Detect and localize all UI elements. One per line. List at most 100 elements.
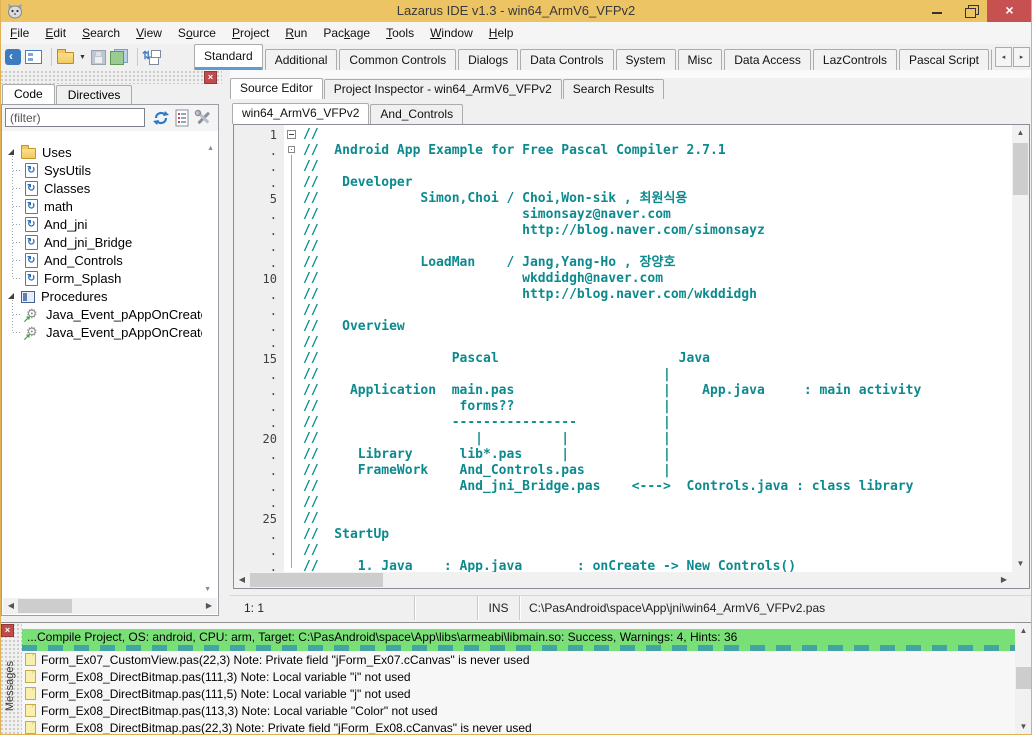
scroll-up-icon[interactable] — [1015, 623, 1032, 639]
message-row[interactable]: Form_Ex07_CustomView.pas(22,3) Note: Pri… — [22, 651, 1015, 668]
messages-vscrollbar[interactable] — [1015, 623, 1032, 735]
message-row[interactable]: Form_Ex08_DirectBitmap.pas(113,3) Note: … — [22, 702, 1015, 719]
tree-item-java-event-papponcreate[interactable]: Java_Event_pAppOnCreate — [2, 323, 202, 341]
filter-input[interactable] — [5, 108, 145, 127]
open-dropdown-icon[interactable]: ▼ — [79, 54, 86, 61]
scroll-down-icon[interactable] — [1012, 556, 1029, 572]
messages-panel-label: Messages — [4, 661, 16, 711]
palette-tab-lazcontrols[interactable]: LazControls — [813, 49, 897, 70]
message-row-selected[interactable]: ...Compile Project, OS: android, CPU: ar… — [22, 629, 1015, 645]
menu-item-source[interactable]: Source — [170, 22, 224, 44]
menu-item-edit[interactable]: Edit — [37, 22, 74, 44]
open-folder-icon[interactable] — [57, 52, 74, 64]
tab-directives[interactable]: Directives — [56, 85, 133, 104]
vscroll-thumb[interactable] — [1013, 143, 1028, 195]
refresh-icon[interactable] — [152, 109, 170, 127]
save-all-icon[interactable] — [110, 49, 128, 65]
window-tab-source-editor[interactable]: Source Editor — [230, 78, 323, 99]
minimize-button[interactable] — [922, 0, 952, 22]
scrollbar-corner — [1012, 572, 1029, 588]
message-text: Form_Ex08_DirectBitmap.pas(111,3) Note: … — [41, 670, 411, 684]
messages-panel: Messages ...Compile Project, OS: android… — [0, 622, 1032, 735]
palette-tab-standard[interactable]: Standard — [194, 44, 263, 70]
message-text: Form_Ex07_CustomView.pas(22,3) Note: Pri… — [41, 653, 530, 667]
code-line: // And_jni_Bridge.pas <---> Controls.jav… — [303, 479, 1012, 495]
tree-item-and-jni-bridge[interactable]: And_jni_Bridge — [2, 233, 202, 251]
message-row[interactable]: Form_Ex08_DirectBitmap.pas(111,3) Note: … — [22, 668, 1015, 685]
fold-collapse-icon[interactable] — [288, 146, 295, 153]
menu-item-project[interactable]: Project — [224, 22, 277, 44]
window-tab-search-results[interactable]: Search Results — [563, 79, 664, 99]
palette-tab-system[interactable]: System — [616, 49, 676, 70]
palette-tab-misc[interactable]: Misc — [678, 49, 723, 70]
expand-arrow-icon[interactable] — [8, 149, 14, 155]
palette-tab-additional[interactable]: Additional — [265, 49, 338, 70]
tree-scroll-up-icon[interactable]: ▲ — [207, 145, 214, 152]
code-explorer-hscrollbar[interactable] — [3, 598, 217, 614]
messages-close-icon[interactable] — [1, 624, 14, 637]
menu-item-view[interactable]: View — [128, 22, 170, 44]
hscroll-thumb[interactable] — [18, 599, 72, 613]
menu-item-help[interactable]: Help — [481, 22, 522, 44]
palette-scroll-right-icon[interactable] — [1013, 47, 1030, 67]
tree-item-and-controls[interactable]: And_Controls — [2, 251, 202, 269]
restore-button[interactable] — [956, 0, 986, 22]
dock-grip[interactable] — [0, 70, 222, 84]
scroll-up-icon[interactable] — [1012, 125, 1029, 141]
menu-item-search[interactable]: Search — [74, 22, 128, 44]
tree-node-uses[interactable]: Uses — [2, 143, 202, 161]
scroll-right-icon[interactable] — [201, 598, 217, 614]
title-bar: Lazarus IDE v1.3 - win64_ArmV6_VFPv2 — [0, 0, 1032, 22]
tree-item-math[interactable]: math — [2, 197, 202, 215]
window-tab-project-inspector-win64-armv6-vfpv2[interactable]: Project Inspector - win64_ArmV6_VFPv2 — [324, 79, 562, 99]
palette-tab-common-controls[interactable]: Common Controls — [339, 49, 456, 70]
tree-node-procedures[interactable]: Procedures — [2, 287, 202, 305]
new-unit-icon[interactable] — [5, 49, 21, 65]
scroll-left-icon[interactable] — [234, 572, 250, 588]
palette-tab-data-controls[interactable]: Data Controls — [520, 49, 613, 70]
file-tab-and-controls[interactable]: And_Controls — [370, 104, 463, 124]
palette-tab-lazreport[interactable]: LazReport — [991, 49, 992, 70]
save-icon[interactable] — [91, 50, 106, 65]
options-icon[interactable] — [194, 109, 212, 127]
tree-item-form-splash[interactable]: Form_Splash — [2, 269, 202, 287]
scroll-right-icon[interactable] — [996, 572, 1012, 588]
tree-item-classes[interactable]: Classes — [2, 179, 202, 197]
new-form-icon[interactable] — [25, 50, 42, 64]
code-text-area[interactable]: //// Android App Example for Free Pascal… — [300, 125, 1012, 572]
tree-item-java-event-papponcreate[interactable]: Java_Event_pAppOnCreate — [2, 305, 202, 323]
tree-scroll-down-icon[interactable]: ▼ — [204, 586, 211, 593]
scroll-down-icon[interactable] — [1015, 719, 1032, 735]
code-editor[interactable]: 1...5....10....15....20....25... //// An… — [233, 124, 1030, 589]
palette-tab-data-access[interactable]: Data Access — [724, 49, 811, 70]
menu-item-package[interactable]: Package — [315, 22, 378, 44]
code-line: // StartUp — [303, 527, 1012, 543]
vscroll-thumb[interactable] — [1016, 667, 1031, 689]
menu-item-window[interactable]: Window — [422, 22, 481, 44]
editor-hscrollbar[interactable] — [234, 572, 1012, 588]
palette-tab-dialogs[interactable]: Dialogs — [458, 49, 518, 70]
menu-item-tools[interactable]: Tools — [378, 22, 422, 44]
palette-scroll-left-icon[interactable] — [995, 47, 1012, 67]
menu-item-file[interactable]: File — [2, 22, 37, 44]
close-button[interactable] — [987, 0, 1032, 22]
code-explorer-close-icon[interactable] — [204, 71, 217, 84]
menu-item-run[interactable]: Run — [277, 22, 315, 44]
fold-collapse-icon[interactable] — [287, 130, 296, 139]
hscroll-thumb[interactable] — [250, 573, 383, 587]
expand-arrow-icon[interactable] — [8, 293, 14, 299]
window-title: Lazarus IDE v1.3 - win64_ArmV6_VFPv2 — [0, 0, 1032, 22]
dock-splitter[interactable] — [222, 70, 230, 620]
tree-item-sysutils[interactable]: SysUtils — [2, 161, 202, 179]
message-row[interactable]: Form_Ex08_DirectBitmap.pas(111,5) Note: … — [22, 685, 1015, 702]
editor-vscrollbar[interactable] — [1012, 125, 1029, 572]
tree-item-and-jni[interactable]: And_jni — [2, 215, 202, 233]
palette-tab-pascal-script[interactable]: Pascal Script — [899, 49, 989, 70]
scroll-left-icon[interactable] — [3, 598, 19, 614]
gutter-line-number: . — [234, 223, 277, 239]
message-row[interactable]: Form_Ex08_DirectBitmap.pas(22,3) Note: P… — [22, 719, 1015, 735]
tab-code[interactable]: Code — [2, 84, 55, 104]
build-mode-icon[interactable] — [143, 49, 161, 65]
source-doc-icon[interactable] — [173, 109, 191, 127]
file-tab-win64-armv6-vfpv2[interactable]: win64_ArmV6_VFPv2 — [232, 103, 369, 124]
